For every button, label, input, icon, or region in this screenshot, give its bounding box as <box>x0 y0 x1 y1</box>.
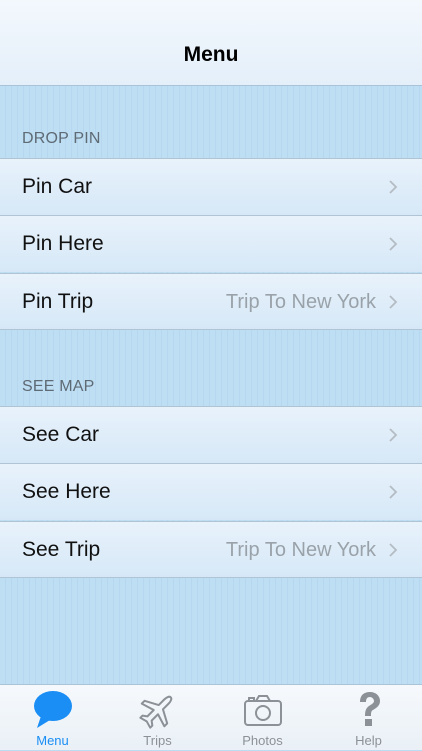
chevron-right-icon <box>389 237 398 251</box>
row-pin-car[interactable]: Pin Car <box>0 158 422 215</box>
tab-menu[interactable]: Menu <box>0 685 105 751</box>
screen: Menu DROP PIN Pin Car Pin Here Pin Trip … <box>0 0 422 750</box>
tab-label: Photos <box>242 733 283 748</box>
section-header-drop-pin: DROP PIN <box>22 130 101 147</box>
chevron-right-icon <box>389 543 398 557</box>
tab-trips[interactable]: Trips <box>105 685 210 751</box>
row-see-here[interactable]: See Here <box>0 463 422 520</box>
tab-photos[interactable]: Photos <box>210 685 315 751</box>
row-label: Pin Here <box>22 232 104 255</box>
row-label: Pin Trip <box>22 290 94 313</box>
tab-help[interactable]: Help <box>316 685 421 751</box>
tab-label: Trips <box>143 733 172 748</box>
question-mark-icon <box>359 692 380 726</box>
chevron-right-icon <box>389 428 398 442</box>
page-title: Menu <box>183 43 239 66</box>
row-see-trip[interactable]: See Trip Trip To New York <box>0 521 422 578</box>
row-pin-here[interactable]: Pin Here <box>0 215 422 272</box>
row-label: See Car <box>22 423 100 446</box>
tab-label: Menu <box>36 733 69 748</box>
section-header-see-map: SEE MAP <box>22 378 95 395</box>
row-detail: Trip To New York <box>225 291 376 313</box>
row-pin-trip[interactable]: Pin Trip Trip To New York <box>0 273 422 330</box>
airplane-icon <box>138 695 172 729</box>
tab-label: Help <box>355 733 382 748</box>
row-label: See Trip <box>22 538 101 561</box>
chevron-right-icon <box>389 180 398 194</box>
chevron-right-icon <box>389 485 398 499</box>
camera-icon <box>243 695 282 726</box>
chevron-right-icon <box>389 295 398 309</box>
row-label: Pin Car <box>22 175 93 198</box>
navigation-bar: Menu <box>0 0 422 86</box>
speech-bubble-icon <box>33 691 72 728</box>
row-label: See Here <box>22 480 111 503</box>
tab-bar: Menu Trips Photos Help <box>0 684 422 750</box>
row-detail: Trip To New York <box>225 539 376 561</box>
row-see-car[interactable]: See Car <box>0 406 422 463</box>
